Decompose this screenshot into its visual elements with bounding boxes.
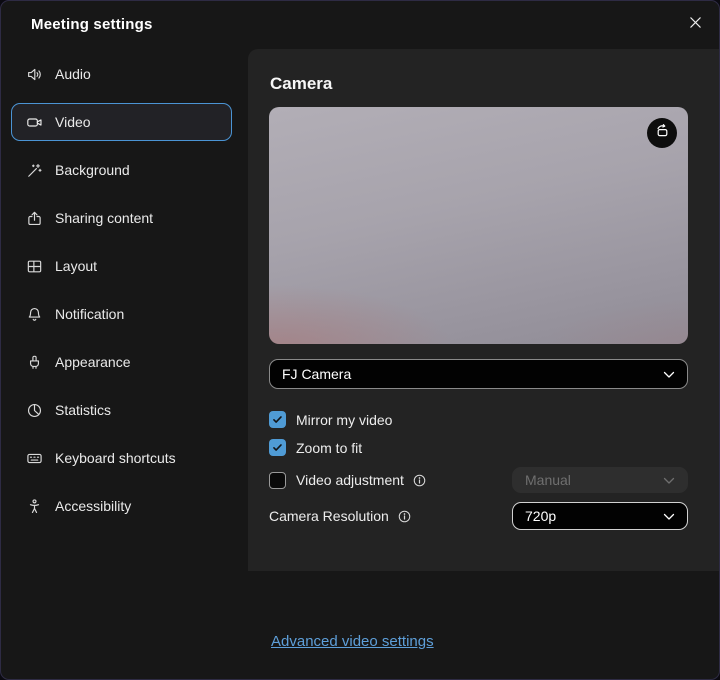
sidebar-item-label: Statistics xyxy=(55,402,111,418)
video-adjustment-label: Video adjustment xyxy=(296,472,404,488)
close-button[interactable] xyxy=(682,12,708,38)
camera-resolution-value: 720p xyxy=(525,508,556,524)
titlebar: Meeting settings xyxy=(1,1,719,49)
info-icon[interactable] xyxy=(397,509,412,524)
chevron-down-icon xyxy=(663,366,675,382)
camera-preview xyxy=(269,107,688,344)
meeting-settings-dialog: Meeting settings Audio Video Background xyxy=(0,0,720,680)
sidebar-item-video[interactable]: Video xyxy=(11,103,232,141)
zoom-to-fit-checkbox[interactable] xyxy=(269,439,286,456)
magic-wand-icon xyxy=(25,161,43,179)
keyboard-icon xyxy=(25,449,43,467)
video-adjustment-mode-select[interactable]: Manual xyxy=(512,467,688,493)
sidebar-item-statistics[interactable]: Statistics xyxy=(11,391,232,429)
zoom-to-fit-row: Zoom to fit xyxy=(269,439,688,456)
sidebar-item-keyboard-shortcuts[interactable]: Keyboard shortcuts xyxy=(11,439,232,477)
chevron-down-icon xyxy=(663,508,675,524)
camera-resolution-label: Camera Resolution xyxy=(269,508,389,524)
flip-camera-button[interactable] xyxy=(647,118,677,148)
sidebar-item-audio[interactable]: Audio xyxy=(11,55,232,93)
pie-chart-icon xyxy=(25,401,43,419)
camera-device-select[interactable]: FJ Camera xyxy=(269,359,688,389)
sidebar-item-label: Appearance xyxy=(55,354,131,370)
sidebar-item-notification[interactable]: Notification xyxy=(11,295,232,333)
sidebar-item-label: Keyboard shortcuts xyxy=(55,450,176,466)
close-icon xyxy=(688,15,703,35)
layout-grid-icon xyxy=(25,257,43,275)
sidebar-item-label: Background xyxy=(55,162,130,178)
video-adjustment-row: Video adjustment Manual xyxy=(269,467,688,493)
advanced-video-settings-link[interactable]: Advanced video settings xyxy=(271,633,434,650)
video-adjustment-checkbox[interactable] xyxy=(269,472,286,489)
accessibility-icon xyxy=(25,497,43,515)
flip-camera-icon xyxy=(653,122,671,145)
sidebar-item-label: Video xyxy=(55,114,91,130)
speaker-icon xyxy=(25,65,43,83)
sidebar-item-label: Sharing content xyxy=(55,210,153,226)
camera-resolution-row: Camera Resolution 720p xyxy=(269,502,688,530)
bell-icon xyxy=(25,305,43,323)
sidebar-item-label: Notification xyxy=(55,306,124,322)
mirror-video-label: Mirror my video xyxy=(296,412,392,428)
sidebar-item-label: Accessibility xyxy=(55,498,131,514)
settings-sidebar: Audio Video Background Sharing content L xyxy=(1,49,248,679)
camera-device-value: FJ Camera xyxy=(282,366,351,382)
sidebar-item-background[interactable]: Background xyxy=(11,151,232,189)
paintbrush-icon xyxy=(25,353,43,371)
video-settings-panel: Camera FJ Camera Mirror my video xyxy=(248,49,720,571)
sidebar-item-accessibility[interactable]: Accessibility xyxy=(11,487,232,525)
mirror-video-row: Mirror my video xyxy=(269,411,688,428)
zoom-to-fit-label: Zoom to fit xyxy=(296,440,362,456)
chevron-down-icon xyxy=(663,472,675,488)
video-camera-icon xyxy=(25,113,43,131)
sidebar-item-label: Audio xyxy=(55,66,91,82)
sidebar-item-label: Layout xyxy=(55,258,97,274)
panel-heading: Camera xyxy=(270,74,688,94)
video-toggles: Mirror my video Zoom to fit Video adjust… xyxy=(269,411,688,530)
sidebar-item-sharing-content[interactable]: Sharing content xyxy=(11,199,232,237)
camera-resolution-select[interactable]: 720p xyxy=(512,502,688,530)
info-icon[interactable] xyxy=(412,473,427,488)
mirror-video-checkbox[interactable] xyxy=(269,411,286,428)
sidebar-item-layout[interactable]: Layout xyxy=(11,247,232,285)
dialog-title: Meeting settings xyxy=(31,16,153,33)
sidebar-item-appearance[interactable]: Appearance xyxy=(11,343,232,381)
share-icon xyxy=(25,209,43,227)
video-adjustment-mode-value: Manual xyxy=(525,472,571,488)
